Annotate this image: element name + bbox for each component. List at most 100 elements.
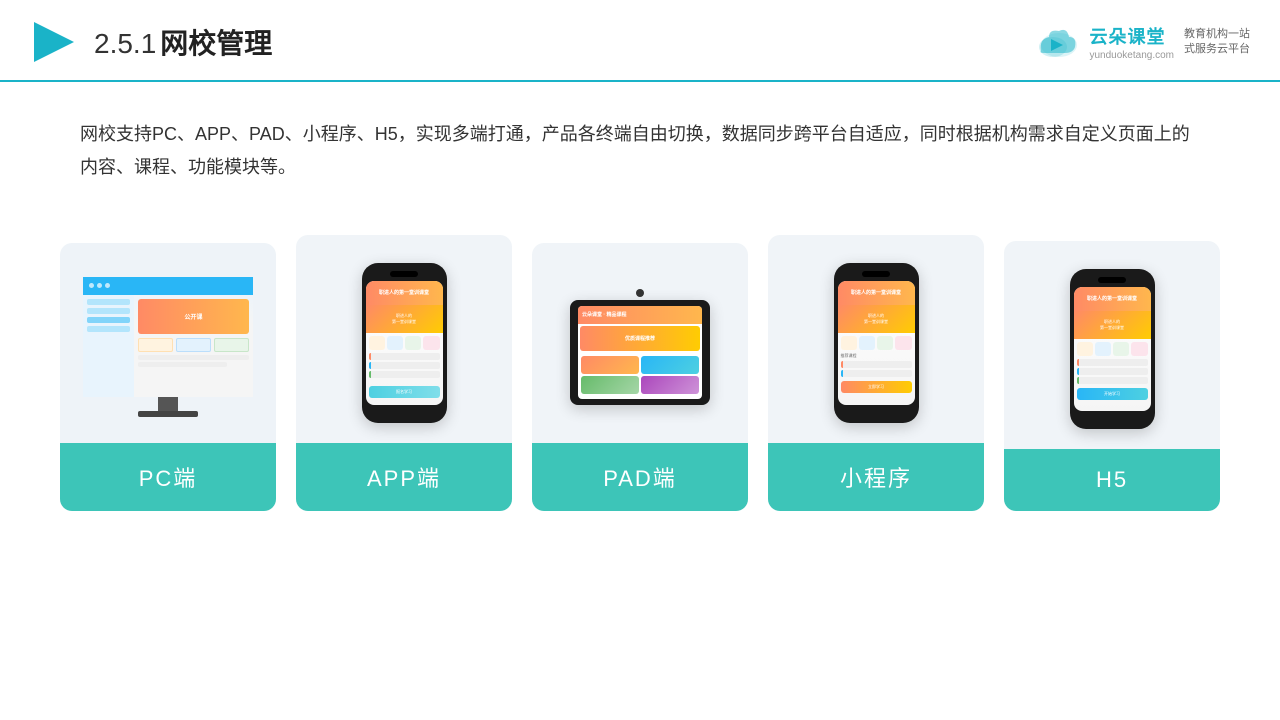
pad-home-button <box>636 289 644 297</box>
card-app: 职进人的第一堂训课堂 职进人的第一堂训课堂 <box>296 235 512 511</box>
pc-stand <box>158 397 178 411</box>
pc-screen-bar <box>83 277 253 295</box>
card-label-miniapp: 小程序 <box>768 443 984 511</box>
page-title: 2.5.1网校管理 <box>94 22 272 62</box>
card-pad-image: 云朵课堂 · 精品课程 优质课程推荐 <box>532 243 748 443</box>
device-pc: 公开课 <box>83 277 253 417</box>
h5-list-3 <box>1077 377 1148 384</box>
app-list-1 <box>369 353 440 360</box>
section-number: 2.5.1 <box>94 28 156 59</box>
miniapp-icon-2 <box>859 336 875 350</box>
phone-header-text-app: 职进人的第一堂训课堂 <box>379 289 429 296</box>
card-pad: 云朵课堂 · 精品课程 优质课程推荐 PAD端 <box>532 243 748 511</box>
phone-outer-miniapp: 职进人的第一堂训课堂 职进人的第一堂训课堂 <box>834 263 919 423</box>
cards-section: 公开课 <box>0 205 1280 511</box>
app-footer: 报名学习 <box>366 383 443 401</box>
card-h5-image: 职进人的第一堂训课堂 职进人的第一堂训课堂 <box>1004 241 1220 449</box>
h5-icon-4 <box>1131 342 1147 356</box>
pad-banner: 优质课程推荐 <box>580 326 700 351</box>
card-h5: 职进人的第一堂训课堂 职进人的第一堂训课堂 <box>1004 241 1220 511</box>
card-label-pad: PAD端 <box>532 443 748 511</box>
miniapp-list-2 <box>841 370 912 377</box>
phone-outer-app: 职进人的第一堂训课堂 职进人的第一堂训课堂 <box>362 263 447 423</box>
pc-sidebar-item-3 <box>87 317 130 323</box>
device-app-phone: 职进人的第一堂训课堂 职进人的第一堂训课堂 <box>362 263 447 423</box>
miniapp-body: 推荐课程 立即学习 <box>838 333 915 396</box>
pc-dot-3 <box>105 283 110 288</box>
h5-icon-3 <box>1113 342 1129 356</box>
h5-list-1 <box>1077 359 1148 366</box>
app-cta-text: 报名学习 <box>396 389 412 395</box>
app-icon-1 <box>369 336 385 350</box>
pc-grid <box>138 338 249 352</box>
card-miniapp: 职进人的第一堂训课堂 职进人的第一堂训课堂 <box>768 235 984 511</box>
app-icon-4 <box>423 336 439 350</box>
miniapp-banner: 职进人的第一堂训课堂 <box>838 305 915 333</box>
phone-outer-h5: 职进人的第一堂训课堂 职进人的第一堂训课堂 <box>1070 269 1155 429</box>
pc-base <box>138 411 198 417</box>
miniapp-label: 推荐课程 <box>841 353 912 359</box>
logo-text-group: 云朵课堂 yunduoketang.com <box>1089 23 1174 61</box>
card-label-h5: H5 <box>1004 449 1220 511</box>
phone-header-bar-miniapp: 职进人的第一堂训课堂 <box>838 281 915 305</box>
pc-banner-text: 公开课 <box>184 312 202 321</box>
pc-grid-item-2 <box>176 338 211 352</box>
app-icon-3 <box>405 336 421 350</box>
phone-notch-h5 <box>1098 277 1126 283</box>
pc-main-content: 公开课 <box>83 295 253 397</box>
app-banner: 职进人的第一堂训课堂 <box>366 305 443 333</box>
card-pc-image: 公开课 <box>60 243 276 443</box>
logo-url: yunduoketang.com <box>1089 50 1174 61</box>
phone-header-bar-app: 职进人的第一堂训课堂 <box>366 281 443 305</box>
h5-banner-text: 职进人的第一堂训课堂 <box>1100 319 1124 330</box>
miniapp-cta: 立即学习 <box>841 381 912 393</box>
pc-body: 公开课 <box>134 295 253 397</box>
app-banner-text: 职进人的第一堂训课堂 <box>392 313 416 324</box>
pc-sidebar-item-4 <box>87 326 130 332</box>
card-pc: 公开课 <box>60 243 276 511</box>
phone-screen-app: 职进人的第一堂训课堂 职进人的第一堂训课堂 <box>366 281 443 405</box>
pc-list-2 <box>138 362 227 367</box>
pc-sidebar-item-1 <box>87 299 130 305</box>
card-app-image: 职进人的第一堂训课堂 职进人的第一堂训课堂 <box>296 235 512 443</box>
h5-banner: 职进人的第一堂训课堂 <box>1074 311 1151 339</box>
pad-card-4 <box>641 376 699 394</box>
logo-icon <box>1031 23 1083 61</box>
pad-outer: 云朵课堂 · 精品课程 优质课程推荐 <box>570 300 710 405</box>
header-left: 2.5.1网校管理 <box>30 18 272 66</box>
pc-dot-1 <box>89 283 94 288</box>
h5-icons <box>1077 342 1148 356</box>
app-icons <box>369 336 440 350</box>
h5-list-2 <box>1077 368 1148 375</box>
pad-card-1 <box>581 356 639 374</box>
pc-grid-item-1 <box>138 338 173 352</box>
h5-body: 开始学习 <box>1074 339 1151 403</box>
miniapp-icon-1 <box>841 336 857 350</box>
device-h5-phone: 职进人的第一堂训课堂 职进人的第一堂训课堂 <box>1070 269 1155 429</box>
pad-card-3 <box>581 376 639 394</box>
h5-cta: 开始学习 <box>1077 388 1148 400</box>
device-miniapp-phone: 职进人的第一堂训课堂 职进人的第一堂训课堂 <box>834 263 919 423</box>
phone-notch-miniapp <box>862 271 890 277</box>
play-icon <box>30 18 78 66</box>
description-paragraph: 网校支持PC、APP、PAD、小程序、H5，实现多端打通，产品各终端自由切换，数… <box>80 118 1200 185</box>
miniapp-cta-text: 立即学习 <box>868 384 884 390</box>
pc-screen-outer: 公开课 <box>83 277 253 397</box>
phone-header-text-h5: 职进人的第一堂训课堂 <box>1087 295 1137 302</box>
miniapp-list-1 <box>841 361 912 368</box>
logo-name: 云朵课堂 <box>1089 23 1174 49</box>
app-list-3 <box>369 371 440 378</box>
phone-header-bar-h5: 职进人的第一堂训课堂 <box>1074 287 1151 311</box>
pc-banner: 公开课 <box>138 299 249 334</box>
miniapp-banner-text: 职进人的第一堂训课堂 <box>864 313 888 324</box>
pc-screen-content: 公开课 <box>83 277 253 397</box>
description-text: 网校支持PC、APP、PAD、小程序、H5，实现多端打通，产品各终端自由切换，数… <box>0 82 1280 205</box>
device-pad: 云朵课堂 · 精品课程 优质课程推荐 <box>570 289 710 405</box>
pad-grid <box>578 353 702 397</box>
miniapp-icons <box>841 336 912 350</box>
h5-cta-text: 开始学习 <box>1104 391 1120 397</box>
pc-dot-2 <box>97 283 102 288</box>
pc-list-1 <box>138 355 249 360</box>
logo-area: 云朵课堂 yunduoketang.com 教育机构一站 式服务云平台 <box>1031 23 1250 61</box>
phone-notch-app <box>390 271 418 277</box>
